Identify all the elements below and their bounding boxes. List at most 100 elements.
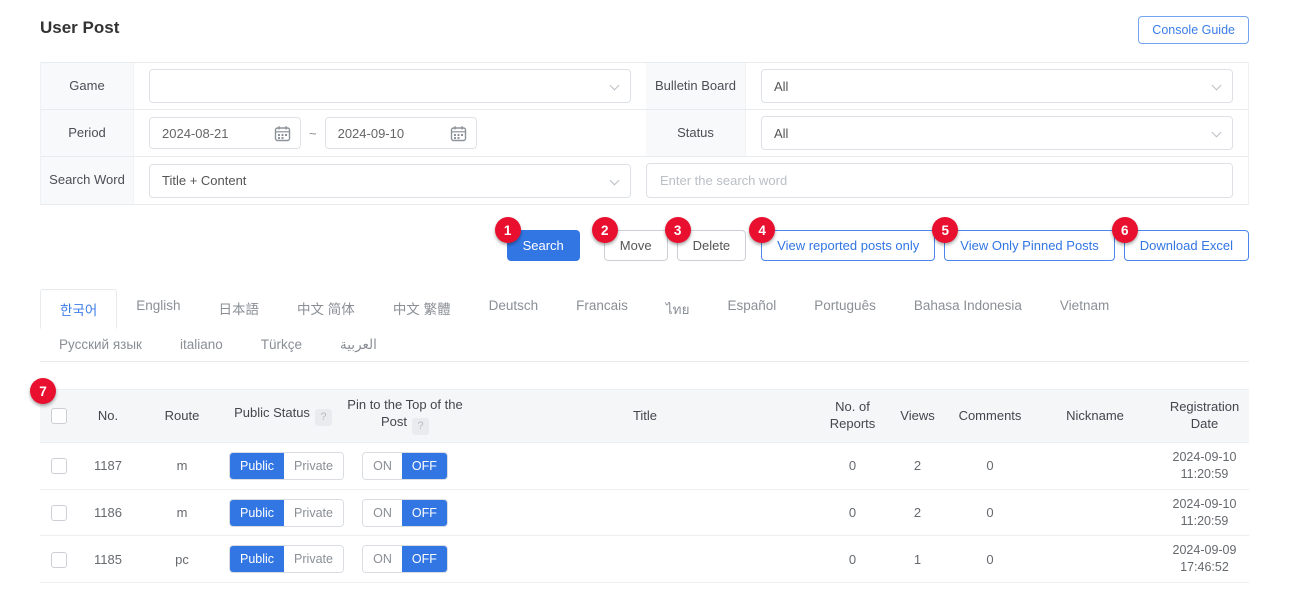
public-button[interactable]: Public <box>230 453 284 479</box>
private-button[interactable]: Private <box>284 546 343 572</box>
filter-box: Game Bulletin Board All Period 2024-08-2… <box>40 62 1249 205</box>
post-nickname <box>1030 442 1160 489</box>
view-pinned-posts-button[interactable]: View Only Pinned Posts <box>944 230 1115 261</box>
user-post-page: User Post Console Guide Game Bulletin Bo… <box>0 0 1305 600</box>
bulletin-board-label: Bulletin Board <box>646 63 746 109</box>
tab-japanese[interactable]: 日本語 <box>200 289 279 329</box>
page-header: User Post Console Guide <box>40 16 1249 50</box>
pin-on-button[interactable]: ON <box>363 453 402 479</box>
table-header-row: No. Route Public Status? Pin to the Top … <box>40 390 1249 443</box>
delete-button-wrap: 3 Delete <box>677 230 747 261</box>
chevron-down-icon <box>1212 81 1222 91</box>
post-title[interactable] <box>470 536 820 583</box>
pin-off-button[interactable]: OFF <box>402 453 447 479</box>
help-icon[interactable]: ? <box>412 418 429 435</box>
public-status-toggle: PublicPrivate <box>229 452 344 480</box>
post-title[interactable] <box>470 442 820 489</box>
pin-off-button[interactable]: OFF <box>402 500 447 526</box>
tab-german[interactable]: Deutsch <box>470 289 558 329</box>
post-reg-date: 2024-09-0917:46:52 <box>1163 542 1246 576</box>
step-badge-7: 7 <box>30 378 56 404</box>
tab-thai[interactable]: ไทย <box>647 289 709 329</box>
bulletin-board-cell: All <box>746 63 1248 109</box>
search-word-label: Search Word <box>41 157 134 204</box>
public-status-header: Public Status? <box>226 390 340 443</box>
download-excel-button[interactable]: Download Excel <box>1124 230 1249 261</box>
step-badge-2: 2 <box>592 217 618 243</box>
views-header: Views <box>885 390 950 443</box>
calendar-icon[interactable] <box>274 125 291 142</box>
post-reports: 0 <box>820 442 885 489</box>
public-button[interactable]: Public <box>230 500 284 526</box>
tab-french[interactable]: Francais <box>557 289 647 329</box>
post-reg-date: 2024-09-1011:20:59 <box>1163 496 1246 530</box>
row-checkbox[interactable] <box>51 552 67 568</box>
view-pinned-button-wrap: 5 View Only Pinned Posts <box>944 230 1115 261</box>
period-label: Period <box>41 110 134 156</box>
post-comments: 0 <box>950 536 1030 583</box>
step-badge-1: 1 <box>495 217 521 243</box>
period-from-input[interactable]: 2024-08-21 <box>149 117 301 149</box>
filter-row-search-word: Search Word Title + Content <box>41 156 1248 205</box>
period-separator: ~ <box>309 126 317 141</box>
tab-chinese-traditional[interactable]: 中文 繁體 <box>374 289 470 329</box>
period-to-input[interactable]: 2024-09-10 <box>325 117 477 149</box>
select-all-checkbox[interactable] <box>51 408 67 424</box>
private-button[interactable]: Private <box>284 453 343 479</box>
help-icon[interactable]: ? <box>315 409 332 426</box>
tab-portuguese[interactable]: Português <box>795 289 895 329</box>
private-button[interactable]: Private <box>284 500 343 526</box>
move-button-wrap: 2 Move <box>604 230 668 261</box>
row-checkbox[interactable] <box>51 505 67 521</box>
view-reported-posts-button[interactable]: View reported posts only <box>761 230 935 261</box>
period-cell: 2024-08-21 ~ 2024-09-10 <box>134 110 646 156</box>
route-header: Route <box>138 390 226 443</box>
status-label: Status <box>646 110 746 156</box>
no-header: No. <box>78 390 138 443</box>
comments-header: Comments <box>950 390 1030 443</box>
pin-header: Pin to the Top of the Post? <box>340 390 470 443</box>
search-type-select[interactable]: Title + Content <box>149 164 631 198</box>
pin-toggle: ONOFF <box>362 452 448 480</box>
calendar-icon[interactable] <box>450 125 467 142</box>
search-word-input[interactable] <box>646 163 1233 198</box>
title-header: Title <box>470 390 820 443</box>
chevron-down-icon <box>610 81 620 91</box>
post-title[interactable] <box>470 489 820 536</box>
tab-italian[interactable]: italiano <box>161 328 242 362</box>
step-badge-3: 3 <box>665 217 691 243</box>
bulletin-board-select[interactable]: All <box>761 69 1233 103</box>
game-cell <box>134 63 646 109</box>
tab-arabic[interactable]: العربية <box>321 328 396 362</box>
pin-off-button[interactable]: OFF <box>402 546 447 572</box>
step-badge-6: 6 <box>1112 217 1138 243</box>
search-word-cell: Title + Content <box>134 157 1248 204</box>
tab-chinese-simplified[interactable]: 中文 简体 <box>278 289 374 329</box>
public-button[interactable]: Public <box>230 546 284 572</box>
tab-english[interactable]: English <box>117 289 199 329</box>
post-views: 2 <box>885 489 950 536</box>
posts-table-wrap: 7 No. Route Public Status? Pin to the To… <box>40 389 1249 583</box>
post-no: 1186 <box>78 489 138 536</box>
post-comments: 0 <box>950 489 1030 536</box>
row-checkbox[interactable] <box>51 458 67 474</box>
tab-turkish[interactable]: Türkçe <box>242 328 321 362</box>
console-guide-button[interactable]: Console Guide <box>1138 16 1249 44</box>
chevron-down-icon <box>1212 128 1222 138</box>
tab-korean[interactable]: 한국어 <box>40 289 117 329</box>
tab-vietnamese[interactable]: Vietnam <box>1041 289 1128 329</box>
status-select[interactable]: All <box>761 116 1233 150</box>
status-select-value: All <box>774 126 788 141</box>
pin-toggle: ONOFF <box>362 499 448 527</box>
period-to-value: 2024-09-10 <box>338 126 405 141</box>
language-tabs: 한국어 English 日本語 中文 简体 中文 繁體 Deutsch Fran… <box>40 289 1249 362</box>
tab-spanish[interactable]: Español <box>708 289 795 329</box>
pin-on-button[interactable]: ON <box>363 500 402 526</box>
post-no: 1187 <box>78 442 138 489</box>
pin-on-button[interactable]: ON <box>363 546 402 572</box>
game-select[interactable] <box>149 69 631 103</box>
reg-date-header: Registration Date <box>1160 390 1249 443</box>
tab-indonesian[interactable]: Bahasa Indonesia <box>895 289 1041 329</box>
post-comments: 0 <box>950 442 1030 489</box>
tab-russian[interactable]: Русский язык <box>40 328 161 362</box>
